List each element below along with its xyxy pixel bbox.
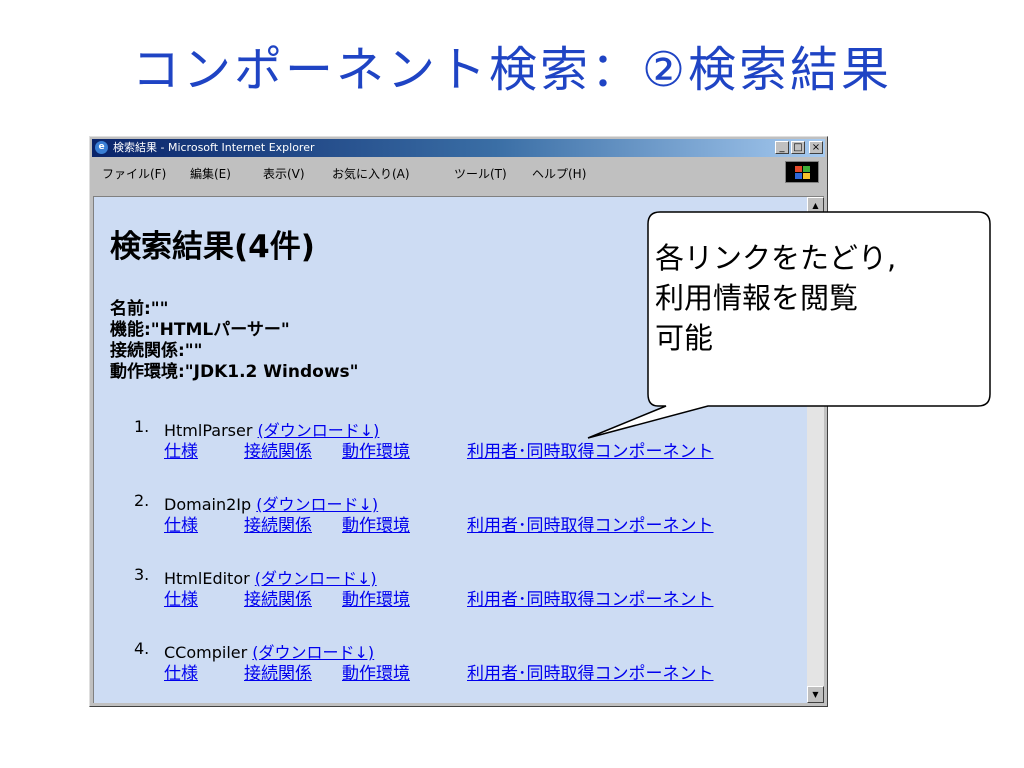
callout-text: 各リンクをたどり, 利用情報を閲覧 可能: [655, 238, 896, 358]
callout-bubble: [587, 211, 991, 439]
callout-line: 可能: [655, 321, 714, 355]
callout-line: 利用情報を閲覧: [655, 281, 859, 315]
callout-line: 各リンクをたどり,: [655, 241, 897, 275]
